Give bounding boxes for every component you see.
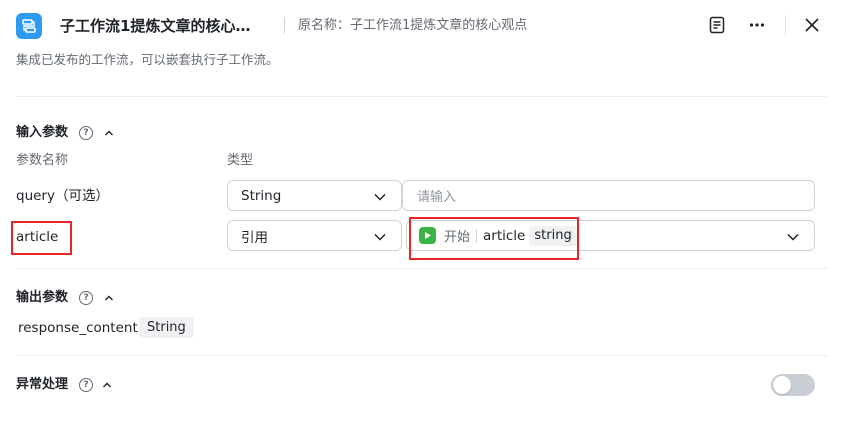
node-title[interactable]: 子工作流1提炼文章的核心…	[60, 14, 260, 38]
type-select-value: String	[241, 187, 282, 204]
output-section-title: 输出参数	[16, 290, 69, 305]
close-icon	[805, 18, 819, 32]
toggle-knob	[773, 376, 791, 394]
type-select-article[interactable]: 引用	[227, 220, 402, 251]
type-select-query[interactable]: String	[227, 180, 402, 211]
error-handling-toggle[interactable]	[771, 374, 815, 396]
chevron-up-icon[interactable]	[103, 127, 115, 139]
highlight-box-param	[11, 221, 72, 255]
notes-icon	[709, 16, 725, 34]
section-divider	[16, 355, 827, 356]
input-placeholder: 请输入	[417, 190, 457, 205]
output-type-tag: String	[139, 317, 194, 338]
chevron-down-icon	[374, 233, 386, 241]
input-section-title: 输入参数	[16, 125, 69, 140]
chevron-up-icon[interactable]	[101, 379, 113, 391]
workflow-icon	[16, 13, 42, 39]
chevron-down-icon	[374, 193, 386, 201]
header-divider	[785, 15, 786, 35]
section-divider	[16, 268, 827, 269]
error-section-title: 异常处理	[16, 377, 69, 392]
title-divider	[284, 17, 285, 33]
highlight-box-reference	[409, 217, 579, 260]
query-value-input[interactable]: 请输入	[402, 180, 815, 211]
type-select-value: 引用	[241, 229, 268, 246]
node-description: 集成已发布的工作流，可以嵌套执行子工作流。	[16, 52, 279, 67]
notes-button[interactable]	[704, 12, 730, 38]
section-divider	[16, 96, 827, 97]
chevron-down-icon	[787, 233, 799, 241]
column-header-name: 参数名称	[16, 153, 69, 168]
close-button[interactable]	[799, 12, 825, 38]
help-icon[interactable]: ?	[79, 291, 93, 305]
chevron-up-icon[interactable]	[103, 292, 115, 304]
help-icon[interactable]: ?	[79, 126, 93, 140]
more-icon	[749, 23, 765, 27]
param-name-query: query（可选）	[16, 188, 109, 204]
column-header-type: 类型	[227, 153, 254, 168]
subworkflow-node-panel: 子工作流1提炼文章的核心… 原名称：子工作流1提炼文章的核心观点 集成已发布的工…	[0, 0, 843, 445]
more-button[interactable]	[744, 12, 770, 38]
original-name: 原名称：子工作流1提炼文章的核心观点	[298, 18, 528, 33]
help-icon[interactable]: ?	[79, 378, 93, 392]
output-name: response_content	[18, 320, 138, 336]
